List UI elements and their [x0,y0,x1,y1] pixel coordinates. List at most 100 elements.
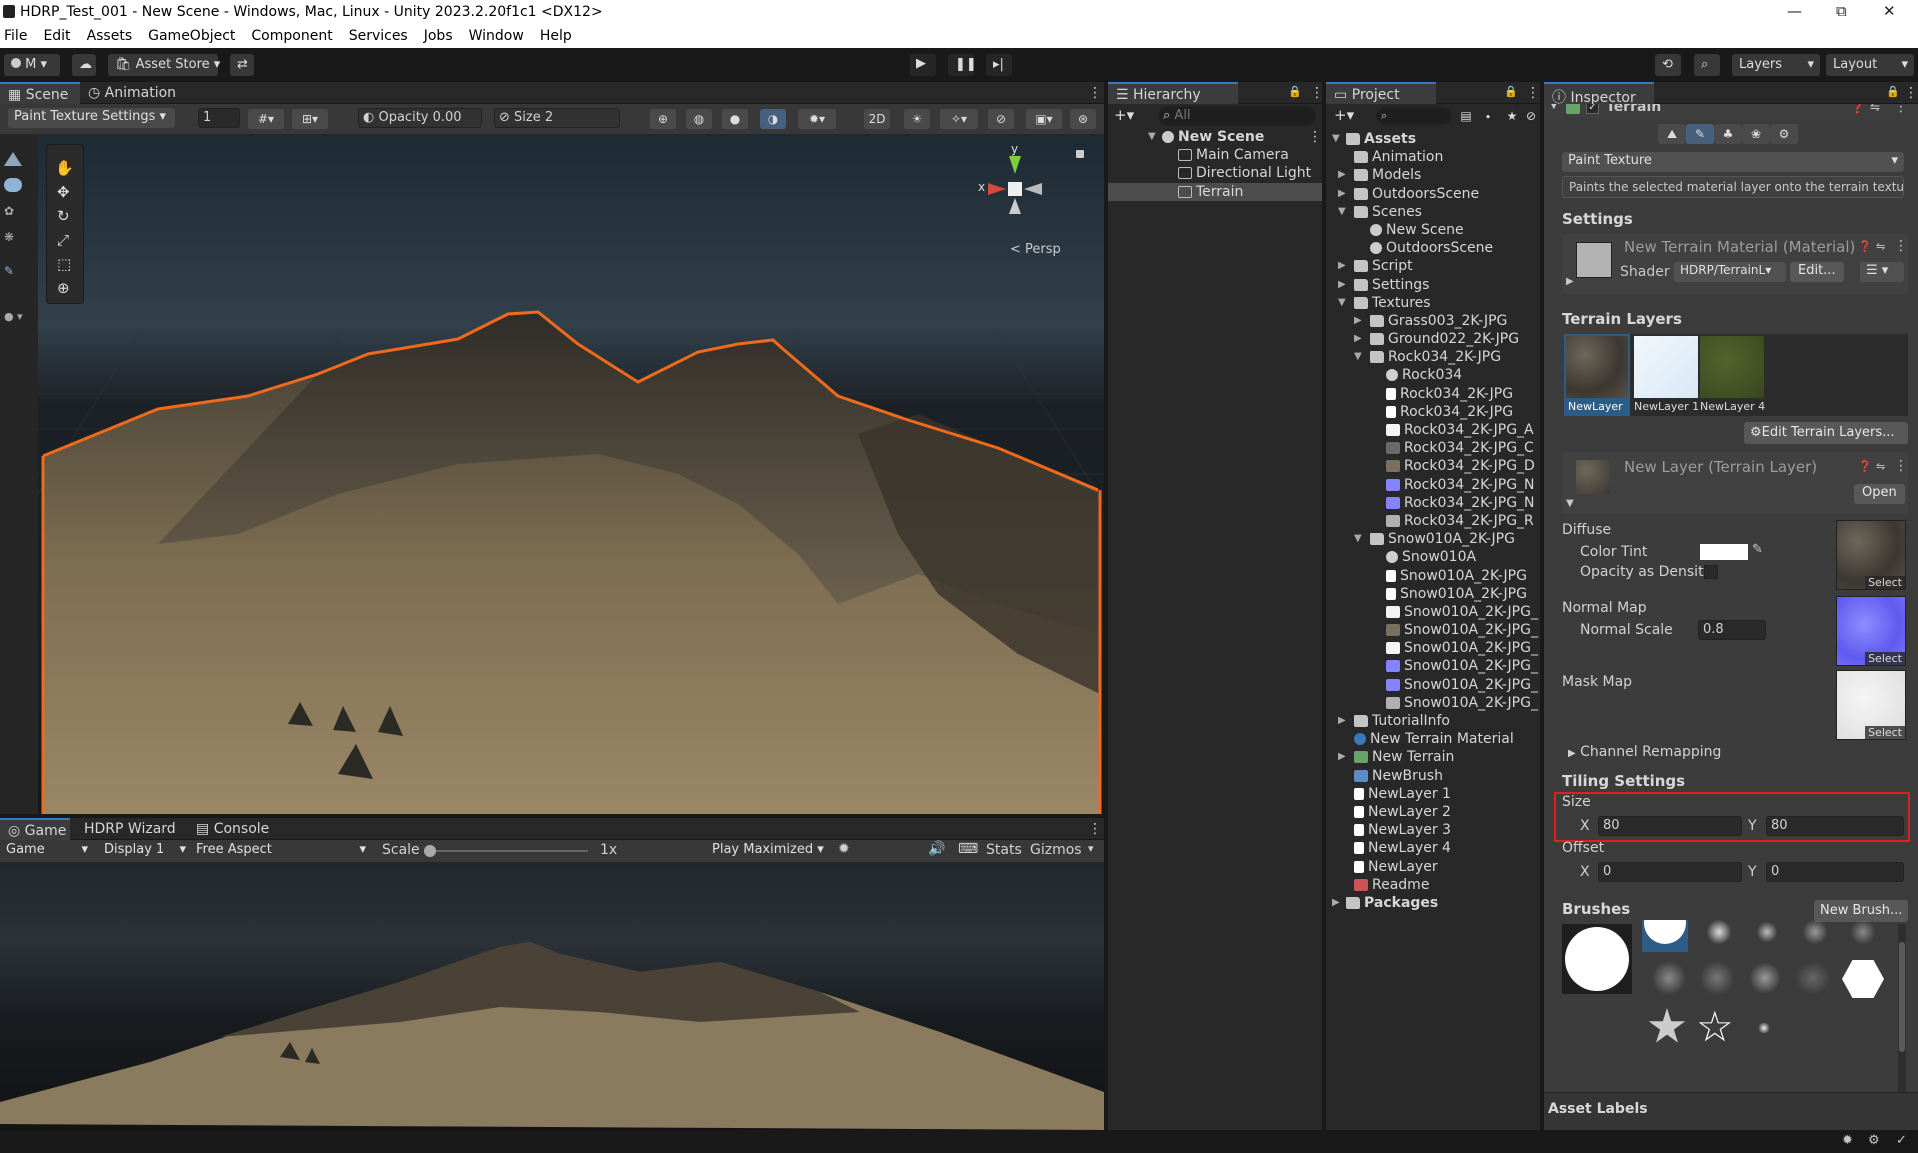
offset-y-field[interactable]: 0 [1766,862,1904,882]
undo-history-button[interactable]: ⟲ [1655,54,1681,76]
material-menu-icon[interactable]: ⋮ [1894,238,1908,254]
asset-store-button[interactable]: 🛍 Asset Store ▾ [108,54,220,76]
brush-item[interactable] [1794,960,1832,996]
toggle-2d-button[interactable]: 2D [864,109,890,129]
display-dropdown[interactable]: Display 1 ▾ [98,841,190,861]
component-menu-icon[interactable]: ⋮ [1894,104,1908,115]
layer-help-icon[interactable]: ❓ [1858,460,1872,473]
gizmo-center[interactable] [1008,182,1022,196]
scene-gizmo[interactable]: y x [978,142,1058,228]
hand-tool-icon[interactable]: ✋ [55,159,74,177]
menu-assets[interactable]: Assets [79,25,141,48]
paint-details-button[interactable]: ❀ [1742,124,1770,144]
shader-dropdown[interactable]: HDRP/TerrainL▾ [1674,262,1786,282]
game-viewport[interactable] [0,862,1104,1130]
project-item[interactable]: ▶ Script [1326,257,1540,275]
scale-tool-icon[interactable]: ⤢ [57,231,69,249]
mute-audio-icon[interactable]: 🔊 [928,841,945,857]
paint-texture-icon[interactable] [4,178,22,192]
layout-dropdown[interactable]: Layout ▾ [1826,54,1914,76]
tab-hierarchy[interactable]: ☰ Hierarchy [1108,82,1238,104]
brush-preset-dropdown[interactable]: ● ▾ [4,310,34,324]
game-view-dropdown[interactable]: Game ▾ [0,841,92,861]
foldout-arrow-icon[interactable]: ▼ [1354,348,1362,366]
mask-map-texture-slot[interactable]: Select [1836,670,1906,740]
gizmo-down-axis[interactable] [1009,198,1021,214]
shader-edit-button[interactable]: Edit... [1790,262,1844,282]
size-x-field[interactable]: 80 [1598,816,1742,836]
menu-gameobject[interactable]: GameObject [140,25,243,48]
project-root-row[interactable]: ▼ Assets [1326,130,1540,148]
version-control-button[interactable]: ⇄ [230,54,254,76]
shading-wire-button[interactable]: ◍ [686,109,712,129]
tab-console[interactable]: ▤ Console [188,818,277,840]
diffuse-texture-slot[interactable]: Select [1836,520,1906,590]
paint-tool-dropdown[interactable]: Paint Texture ▾ [1562,152,1904,172]
layers-dropdown[interactable]: Layers ▾ [1732,54,1820,76]
project-item[interactable]: ▶ TutorialInfo [1326,712,1540,730]
transform-tool-icon[interactable]: ⊕ [57,279,70,297]
project-item[interactable]: Animation [1326,148,1540,166]
foldout-arrow-icon[interactable]: ▶ [1338,748,1346,766]
component-enabled-checkbox[interactable]: ✓ [1586,104,1599,114]
move-tool-icon[interactable]: ✥ [57,183,70,201]
project-item[interactable]: ▶ Models [1326,166,1540,184]
foldout-arrow-icon[interactable]: ▶ [1338,276,1346,294]
menu-edit[interactable]: Edit [35,25,78,48]
project-item[interactable]: Rock034_2K-JPG_R [1326,512,1540,530]
project-item[interactable]: Snow010A_2K-JPG_ [1326,621,1540,639]
menu-help[interactable]: Help [532,25,580,48]
visibility-toggle-button[interactable]: ⊘ [988,109,1014,129]
size-y-field[interactable]: 80 [1766,816,1904,836]
star-outline-brush-item[interactable]: ☆ [1696,1006,1734,1048]
foldout-arrow-icon[interactable]: ▶ [1338,712,1346,730]
project-item[interactable]: Rock034_2K-JPG_N [1326,494,1540,512]
brush-item-selected[interactable] [1642,920,1688,952]
project-item[interactable]: Snow010A_2K-JPG_ [1326,676,1540,694]
lock-icon[interactable] [1076,150,1084,158]
scale-slider-handle[interactable] [424,845,436,857]
rect-tool-icon[interactable]: ⬚ [57,255,71,273]
project-item[interactable]: Snow010A_2K-JPG_ [1326,657,1540,675]
layer-preset-icon[interactable]: ⇋ [1876,460,1885,473]
terrain-layer-slot-selected[interactable]: NewLayer [1564,334,1630,416]
project-item[interactable]: ▼ Scenes [1326,203,1540,221]
project-item[interactable]: Snow010A_2K-JPG_ [1326,603,1540,621]
project-item[interactable]: Rock034_2K-JPG_C [1326,439,1540,457]
terrain-layer-slot[interactable]: NewLayer 4 [1700,334,1765,416]
project-item[interactable]: Readme [1326,876,1540,894]
minimize-button[interactable]: — [1787,2,1802,20]
step-button[interactable]: ▸| [986,54,1012,76]
settings-icon[interactable]: ⚙ [1868,1133,1880,1148]
tab-inspector[interactable]: ⓘ Inspector [1544,82,1654,106]
project-item[interactable]: NewLayer 3 [1326,821,1540,839]
inspector-menu-button[interactable]: ⋮ [1896,82,1918,104]
brush-item[interactable] [1752,1016,1776,1040]
edit-terrain-layers-button[interactable]: ⚙Edit Terrain Layers... [1744,422,1908,444]
project-item[interactable]: ▶ OutdoorsScene [1326,185,1540,203]
project-item[interactable]: Snow010A_2K-JPG [1326,585,1540,603]
layer-foldout-arrow-icon[interactable]: ▼ [1566,498,1574,509]
tab-scene[interactable]: ▦ Scene [0,82,80,104]
effects-dropdown[interactable]: ✧▾ [940,109,978,129]
rotate-tool-icon[interactable]: ↻ [57,207,70,225]
grid-snap-button[interactable]: ⊞▾ [292,109,328,129]
shader-menu-dropdown[interactable]: ☰ ▾ [1860,262,1904,282]
game-menu-button[interactable]: ⋮ [1080,818,1110,840]
project-item[interactable]: NewBrush [1326,767,1540,785]
eyedropper-icon[interactable]: ✎ [1752,542,1763,557]
brush-item[interactable] [1798,920,1832,944]
project-add-button[interactable]: +▾ [1334,106,1354,124]
channel-remapping-foldout[interactable]: ▶ Channel Remapping [1568,744,1721,760]
tab-hdrp-wizard[interactable]: HDRP Wizard [76,818,184,840]
offset-x-field[interactable]: 0 [1598,862,1742,882]
project-item[interactable]: ▶ New Terrain [1326,748,1540,766]
menu-services[interactable]: Services [341,25,416,48]
menu-jobs[interactable]: Jobs [416,25,461,48]
hierarchy-search-input[interactable]: ⌕ All [1158,106,1316,126]
new-brush-button[interactable]: New Brush... [1814,900,1909,922]
project-item[interactable]: New Terrain Material [1326,730,1540,748]
search-button[interactable]: ⌕ [1694,54,1720,76]
menu-window[interactable]: Window [461,25,532,48]
open-layer-button[interactable]: Open [1854,484,1905,504]
